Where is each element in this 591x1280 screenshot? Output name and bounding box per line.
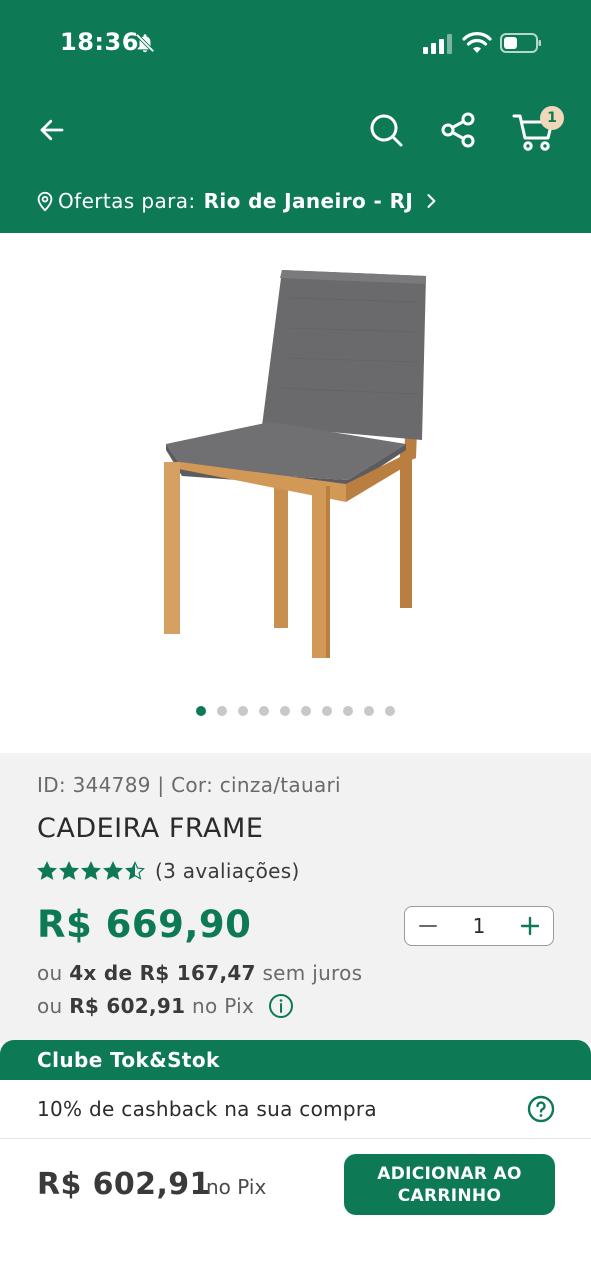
- quantity-stepper[interactable]: 1: [404, 906, 554, 946]
- back-button[interactable]: [34, 112, 70, 148]
- star-full-icon: [103, 861, 123, 880]
- search-icon[interactable]: [366, 110, 406, 150]
- minus-icon[interactable]: [417, 915, 439, 937]
- installments-text: ou 4x de R$ 167,47 sem juros: [37, 961, 362, 985]
- clube-card: Clube Tok&Stok 10% de cashback na sua co…: [0, 1040, 591, 1138]
- installments-amount: 4x de R$ 167,47: [69, 961, 256, 985]
- product-gallery[interactable]: [0, 233, 591, 753]
- gallery-dot[interactable]: [322, 706, 332, 716]
- status-bar: 18:36: [0, 0, 591, 90]
- product-chair-image: [164, 270, 426, 658]
- pix-suffix: no Pix: [192, 994, 255, 1018]
- star-full-icon: [37, 861, 57, 880]
- app-header: 18:36 1 Ofertas para: Rio de Janeiro - R…: [0, 0, 591, 233]
- chevron-right-icon: [427, 194, 436, 208]
- help-icon[interactable]: [527, 1095, 555, 1123]
- gallery-dot[interactable]: [259, 706, 269, 716]
- plus-icon[interactable]: [519, 915, 541, 937]
- bottom-purchase-bar: R$ 602,91 no Pix ADICIONAR AO CARRINHO: [0, 1138, 591, 1280]
- pix-price-text: ou R$ 602,91 no Pix: [37, 993, 294, 1019]
- location-selector[interactable]: Ofertas para: Rio de Janeiro - RJ: [34, 186, 441, 216]
- gallery-dot[interactable]: [385, 706, 395, 716]
- cart-count-badge: 1: [540, 106, 564, 130]
- installments-prefix: ou: [37, 961, 63, 985]
- info-icon[interactable]: [268, 993, 294, 1019]
- product-info: ID: 344789 | Cor: cinza/tauari CADEIRA F…: [0, 753, 591, 1043]
- gallery-dot[interactable]: [196, 706, 206, 716]
- star-full-icon: [81, 861, 101, 880]
- clube-title: Clube Tok&Stok: [0, 1040, 591, 1080]
- status-time: 18:36: [60, 28, 139, 56]
- cellular-signal-icon: [423, 34, 452, 54]
- top-nav: [0, 100, 591, 164]
- cashback-text: 10% de cashback na sua compra: [37, 1097, 377, 1121]
- pix-prefix: ou: [37, 994, 63, 1018]
- gallery-dot[interactable]: [301, 706, 311, 716]
- reviews-count: (3 avaliações): [155, 859, 300, 883]
- share-icon[interactable]: [438, 110, 478, 150]
- installments-suffix: sem juros: [262, 961, 363, 985]
- star-full-icon: [59, 861, 79, 880]
- star-half-icon: [125, 861, 145, 880]
- wifi-icon: [462, 32, 492, 53]
- gallery-dot[interactable]: [238, 706, 248, 716]
- quantity-value: 1: [472, 914, 486, 938]
- product-rating[interactable]: (3 avaliações): [37, 859, 300, 883]
- gallery-dot[interactable]: [217, 706, 227, 716]
- product-price: R$ 669,90: [37, 903, 252, 946]
- gallery-dot[interactable]: [343, 706, 353, 716]
- add-to-cart-button[interactable]: ADICIONAR AO CARRINHO: [344, 1154, 555, 1215]
- bottom-price-suffix: no Pix: [206, 1175, 267, 1199]
- clube-body: 10% de cashback na sua compra: [0, 1080, 591, 1138]
- bell-slash-icon: [135, 33, 155, 53]
- location-label: Ofertas para:: [58, 189, 196, 213]
- location-pin-icon: [37, 191, 53, 212]
- gallery-dot[interactable]: [364, 706, 374, 716]
- gallery-dot[interactable]: [280, 706, 290, 716]
- pix-amount: R$ 602,91: [69, 994, 186, 1018]
- gallery-pagination[interactable]: [0, 706, 591, 716]
- location-city: Rio de Janeiro - RJ: [203, 189, 414, 213]
- product-id-color: ID: 344789 | Cor: cinza/tauari: [37, 773, 341, 797]
- product-title: CADEIRA FRAME: [37, 813, 264, 844]
- bottom-price: R$ 602,91: [37, 1167, 211, 1202]
- battery-icon: [500, 33, 541, 53]
- arrow-left-icon: [40, 119, 64, 141]
- rating-stars: [37, 861, 145, 881]
